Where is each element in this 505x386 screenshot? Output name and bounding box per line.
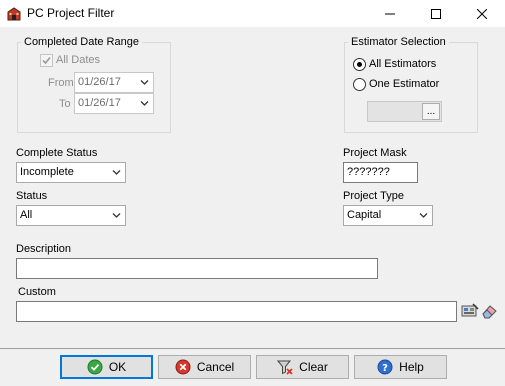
help-label: Help	[399, 360, 424, 374]
complete-status-label: Complete Status	[16, 147, 98, 159]
from-date-value: 01/26/17	[78, 76, 121, 88]
chevron-down-icon	[419, 213, 428, 218]
custom-label: Custom	[18, 286, 56, 298]
radio-dot	[357, 62, 362, 67]
ok-label: OK	[108, 360, 127, 374]
one-estimator-radio[interactable]	[353, 78, 366, 91]
cancel-circle-icon	[175, 359, 191, 375]
all-dates-label: All Dates	[56, 54, 101, 66]
to-date-value: 01/26/17	[78, 97, 121, 109]
close-button[interactable]	[459, 0, 505, 28]
all-estimators-label: All Estimators	[369, 58, 437, 70]
status-label: Status	[16, 190, 48, 202]
clear-button[interactable]: Clear	[256, 355, 349, 379]
all-estimators-radio[interactable]	[353, 58, 366, 71]
one-estimator-label: One Estimator	[369, 78, 440, 90]
status-select[interactable]: All	[16, 205, 126, 226]
cancel-button[interactable]: Cancel	[158, 355, 251, 379]
project-mask-value: ???????	[347, 166, 390, 178]
description-input[interactable]	[16, 258, 378, 279]
to-date-picker[interactable]: 01/26/17	[74, 93, 154, 114]
status-value: All	[20, 209, 33, 221]
estimator-lookup-field: ...	[367, 101, 442, 122]
app-icon	[7, 7, 21, 21]
minimize-button[interactable]	[367, 0, 413, 28]
maximize-icon	[431, 9, 441, 19]
clear-filter-icon	[277, 360, 293, 375]
cancel-label: Cancel	[196, 360, 235, 374]
svg-text:?: ?	[382, 363, 388, 374]
chevron-down-icon	[112, 170, 121, 175]
close-icon	[477, 9, 487, 19]
all-dates-checkbox[interactable]	[40, 54, 53, 67]
description-label: Description	[16, 243, 72, 255]
complete-status-value: Incomplete	[20, 166, 74, 178]
help-button[interactable]: ? Help	[354, 355, 447, 379]
maximize-button[interactable]	[413, 0, 459, 28]
project-type-select[interactable]: Capital	[343, 205, 433, 226]
to-label: To	[59, 98, 71, 110]
complete-status-select[interactable]: Incomplete	[16, 162, 126, 183]
checkmark-icon	[42, 56, 51, 65]
title-bar: PC Project Filter	[0, 0, 505, 28]
project-type-value: Capital	[347, 209, 382, 221]
ellipsis-label: ...	[426, 105, 436, 117]
from-label: From	[48, 77, 74, 89]
from-date-picker[interactable]: 01/26/17	[74, 72, 154, 93]
project-mask-label: Project Mask	[343, 147, 407, 159]
estimator-lookup-button[interactable]: ...	[422, 103, 440, 120]
custom-builder-icon[interactable]	[461, 303, 479, 319]
project-type-label: Project Type	[343, 190, 404, 202]
ok-button[interactable]: OK	[60, 355, 153, 379]
chevron-down-icon	[112, 213, 121, 218]
window-title: PC Project Filter	[27, 6, 115, 20]
custom-input[interactable]	[16, 301, 457, 322]
project-mask-input[interactable]: ???????	[343, 162, 418, 183]
help-icon: ?	[377, 359, 393, 375]
checkmark-circle-icon	[87, 359, 103, 375]
minimize-icon	[385, 13, 395, 15]
chevron-down-icon	[140, 80, 149, 85]
clear-label: Clear	[299, 360, 328, 374]
chevron-down-icon	[140, 101, 149, 106]
eraser-icon[interactable]	[480, 303, 498, 319]
estimator-legend: Estimator Selection	[348, 36, 449, 48]
date-range-legend: Completed Date Range	[21, 36, 142, 48]
